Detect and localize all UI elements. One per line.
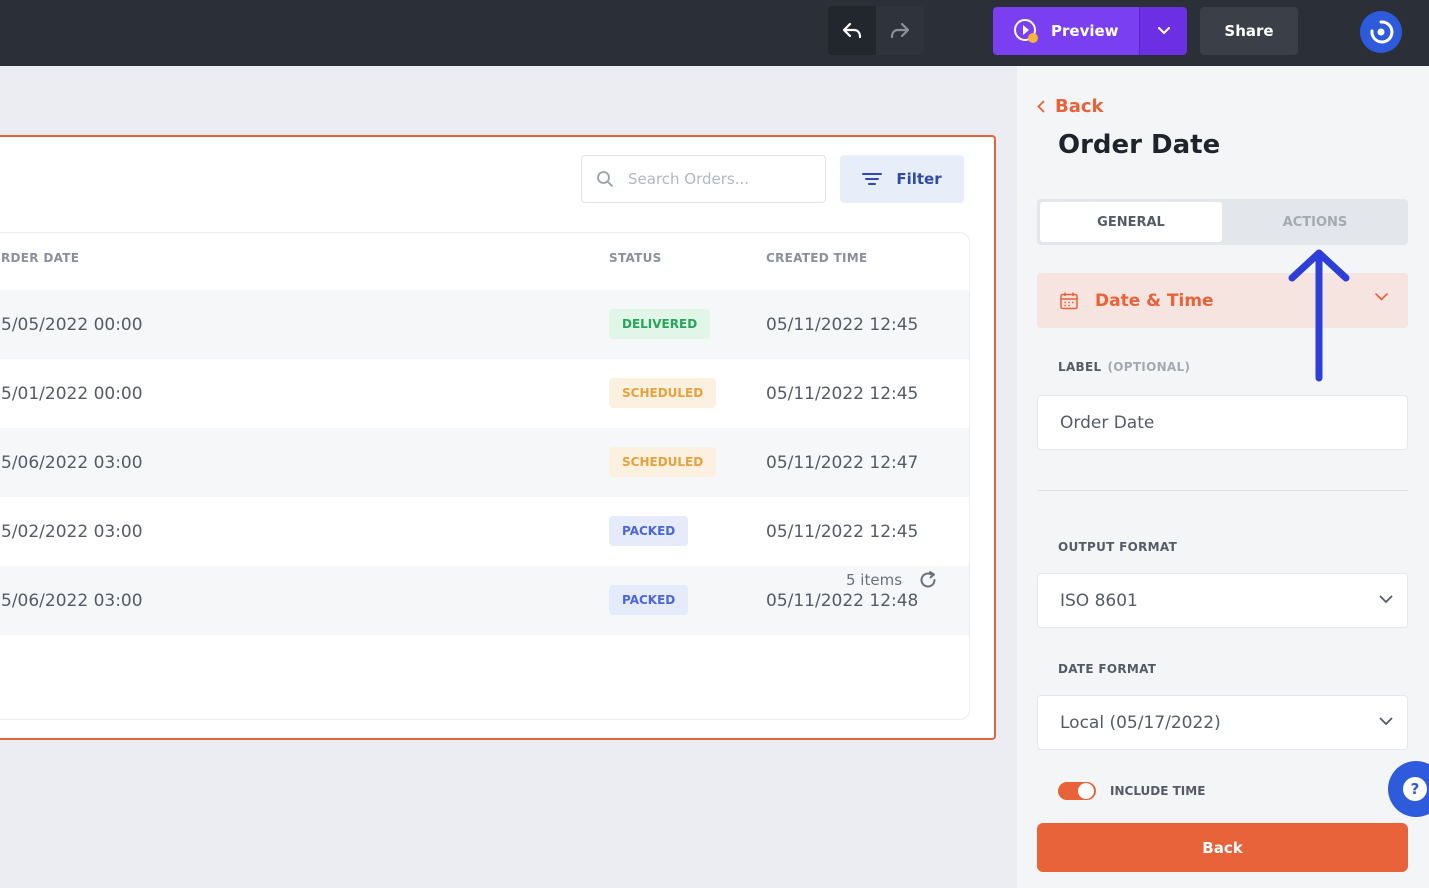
properties-panel: Back Order Date GENERAL ACTIONS Date & T… bbox=[1017, 66, 1429, 888]
table-row[interactable]: 5/06/2022 03:00 PACKED 05/11/2022 12:48 bbox=[0, 566, 969, 635]
output-format-label: OUTPUT FORMAT bbox=[1058, 540, 1178, 554]
share-button[interactable]: Share bbox=[1200, 7, 1298, 55]
filter-icon bbox=[862, 173, 883, 185]
output-format-value: ISO 8601 bbox=[1060, 590, 1138, 611]
status-badge: DELIVERED bbox=[609, 309, 711, 339]
column-header-created-time[interactable]: CREATED TIME bbox=[766, 251, 868, 265]
app-logo[interactable] bbox=[1360, 11, 1402, 53]
label-input[interactable]: Order Date bbox=[1037, 395, 1408, 450]
top-bar: Preview Share bbox=[0, 0, 1429, 66]
tab-general[interactable]: GENERAL bbox=[1040, 202, 1222, 242]
status-badge: SCHEDULED bbox=[609, 447, 717, 477]
preview-label: Preview bbox=[1051, 22, 1119, 40]
created-time-cell: 05/11/2022 12:45 bbox=[766, 383, 919, 404]
panel-tabs: GENERAL ACTIONS bbox=[1037, 199, 1408, 245]
order-date-cell: 5/02/2022 03:00 bbox=[1, 521, 143, 542]
tab-actions[interactable]: ACTIONS bbox=[1225, 202, 1405, 242]
date-format-select[interactable]: Local (05/17/2022) bbox=[1037, 695, 1408, 750]
order-date-cell: 5/06/2022 03:00 bbox=[1, 590, 143, 611]
order-date-cell: 5/06/2022 03:00 bbox=[1, 452, 143, 473]
search-input[interactable]: Search Orders... bbox=[581, 155, 826, 203]
column-header-status[interactable]: STATUS bbox=[609, 251, 662, 265]
status-badge: PACKED bbox=[609, 585, 689, 615]
logo-icon bbox=[1370, 20, 1394, 44]
status-badge: PACKED bbox=[609, 516, 689, 546]
redo-icon bbox=[890, 22, 910, 38]
chevron-down-icon bbox=[1379, 717, 1393, 726]
undo-icon bbox=[842, 22, 862, 38]
refresh-icon bbox=[920, 571, 936, 588]
table-row[interactable]: 5/01/2022 00:00 SCHEDULED 05/11/2022 12:… bbox=[0, 359, 969, 428]
table-row[interactable]: 5/02/2022 03:00 PACKED 05/11/2022 12:45 bbox=[0, 497, 969, 566]
help-icon: ? bbox=[1403, 777, 1427, 801]
optional-hint: (OPTIONAL) bbox=[1107, 360, 1191, 374]
items-count: 5 items bbox=[846, 571, 903, 589]
include-time-toggle[interactable] bbox=[1058, 782, 1096, 800]
status-badge: SCHEDULED bbox=[609, 378, 717, 408]
search-placeholder: Search Orders... bbox=[628, 170, 750, 188]
preview-dropdown-button[interactable] bbox=[1139, 7, 1187, 55]
back-link-label: Back bbox=[1055, 96, 1104, 117]
back-button[interactable]: Back bbox=[1037, 823, 1408, 872]
panel-title: Order Date bbox=[1058, 130, 1221, 160]
undo-redo-group bbox=[828, 6, 924, 55]
preview-play-icon bbox=[1014, 19, 1038, 43]
search-icon bbox=[597, 171, 613, 187]
annotation-arrow-icon bbox=[1288, 249, 1350, 382]
created-time-cell: 05/11/2022 12:45 bbox=[766, 314, 919, 335]
order-date-cell: 5/01/2022 00:00 bbox=[1, 383, 143, 404]
undo-button[interactable] bbox=[828, 6, 876, 55]
created-time-cell: 05/11/2022 12:45 bbox=[766, 521, 919, 542]
created-time-cell: 05/11/2022 12:47 bbox=[766, 452, 919, 473]
label-field-label: LABEL (OPTIONAL) bbox=[1058, 360, 1190, 374]
orders-table-card[interactable]: Search Orders... Filter RDER DATE STATUS… bbox=[0, 135, 996, 740]
redo-button[interactable] bbox=[876, 6, 924, 55]
calendar-icon bbox=[1060, 292, 1078, 309]
include-time-label: INCLUDE TIME bbox=[1110, 784, 1206, 798]
preview-button[interactable]: Preview bbox=[993, 7, 1139, 55]
date-format-value: Local (05/17/2022) bbox=[1060, 712, 1221, 733]
chevron-down-icon bbox=[1379, 595, 1393, 604]
back-link[interactable]: Back bbox=[1037, 96, 1104, 117]
table-row[interactable]: 5/06/2022 03:00 SCHEDULED 05/11/2022 12:… bbox=[0, 428, 969, 497]
field-type-label: Date & Time bbox=[1095, 290, 1214, 311]
table-row[interactable]: 5/05/2022 00:00 DELIVERED 05/11/2022 12:… bbox=[0, 290, 969, 359]
label-field-title: LABEL bbox=[1058, 360, 1102, 374]
chevron-down-icon bbox=[1375, 293, 1388, 301]
column-header-order-date[interactable]: RDER DATE bbox=[1, 251, 79, 265]
orders-table: RDER DATE STATUS CREATED TIME 5/05/2022 … bbox=[0, 232, 970, 720]
filter-label: Filter bbox=[896, 170, 942, 188]
chevron-left-icon bbox=[1037, 100, 1045, 113]
chevron-down-icon bbox=[1157, 27, 1170, 35]
date-format-label: DATE FORMAT bbox=[1058, 662, 1157, 676]
order-date-cell: 5/05/2022 00:00 bbox=[1, 314, 143, 335]
divider bbox=[1037, 490, 1408, 491]
filter-button[interactable]: Filter bbox=[840, 155, 964, 203]
refresh-button[interactable] bbox=[918, 570, 938, 594]
output-format-select[interactable]: ISO 8601 bbox=[1037, 573, 1408, 628]
